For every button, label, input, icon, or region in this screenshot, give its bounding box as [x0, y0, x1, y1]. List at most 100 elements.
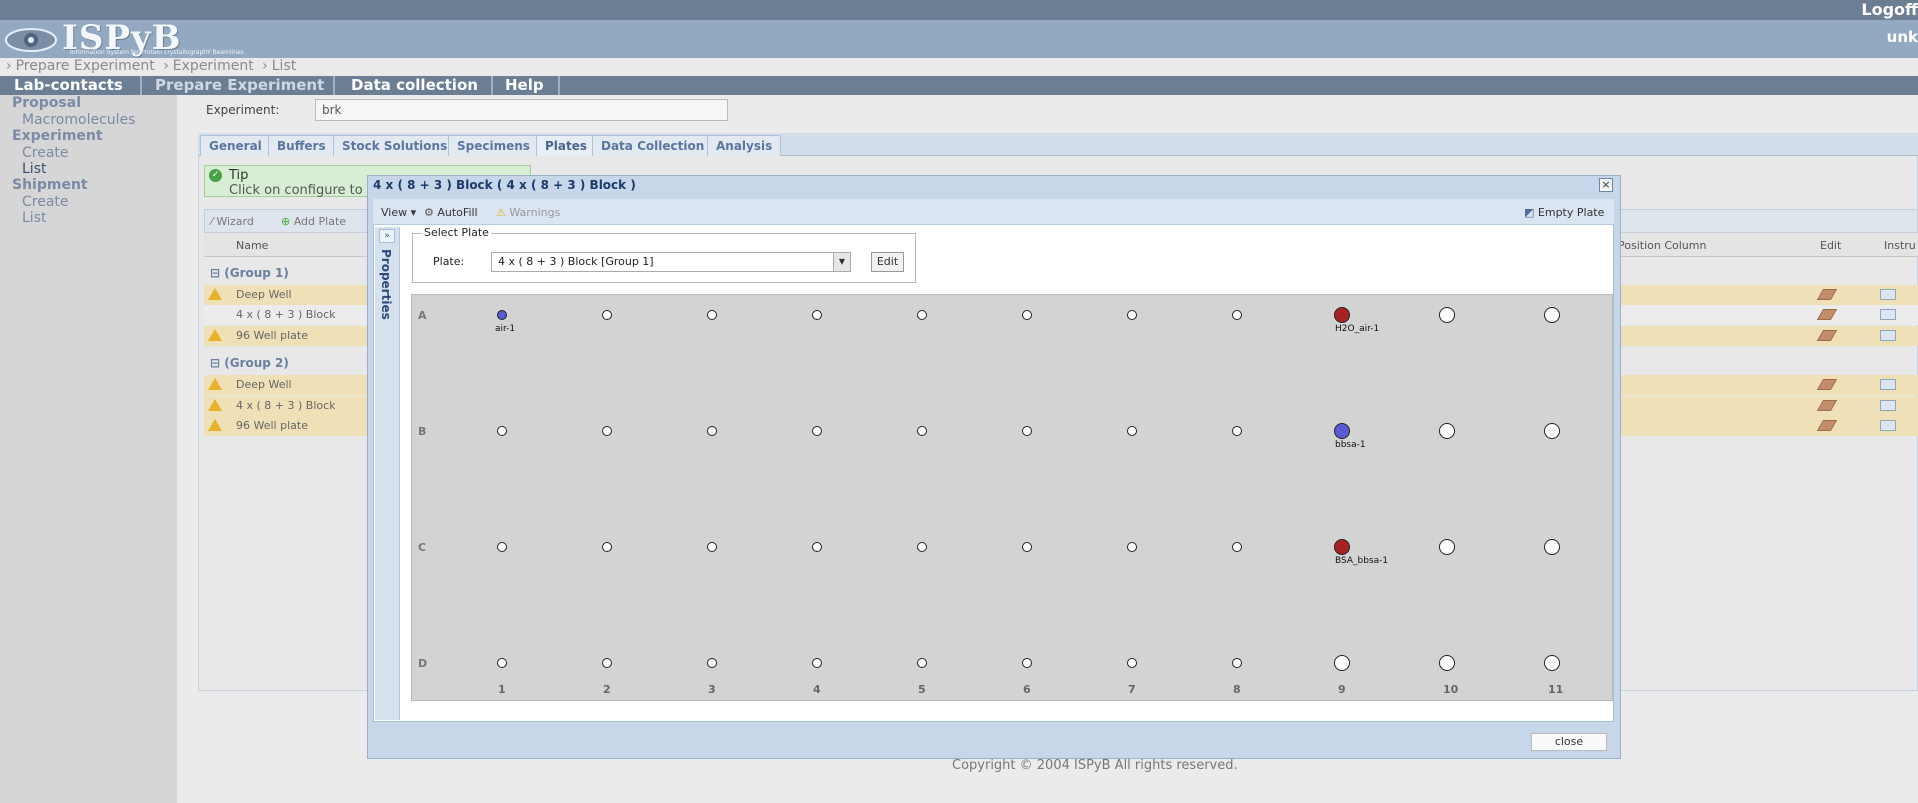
properties-panel[interactable]: » Properties: [375, 227, 400, 720]
well-C5[interactable]: [917, 542, 927, 552]
experiment-name-field[interactable]: brk: [315, 99, 728, 121]
well-D9[interactable]: [1334, 655, 1350, 671]
well-C9[interactable]: [1334, 539, 1350, 555]
breadcrumb-item[interactable]: List: [272, 58, 296, 74]
instructions-icon[interactable]: [1880, 309, 1896, 320]
sidebar-item-shipment-list[interactable]: List: [22, 210, 46, 226]
tab-buffers[interactable]: Buffers: [268, 135, 335, 156]
breadcrumb-item[interactable]: Prepare Experiment: [16, 58, 155, 74]
well-A1[interactable]: [497, 310, 507, 320]
well-A11[interactable]: [1544, 307, 1560, 323]
collapse-icon[interactable]: ⊟: [210, 356, 220, 370]
autofill-button[interactable]: ⚙ AutoFill: [424, 206, 478, 219]
well-B1[interactable]: [497, 426, 507, 436]
well-D5[interactable]: [917, 658, 927, 668]
sidebar-item-experiment-list[interactable]: List: [22, 161, 46, 177]
tab-data-collection[interactable]: Data Collection: [592, 135, 714, 156]
logo: ISPyB Information System for Protein cry…: [4, 18, 284, 58]
add-plate-button[interactable]: ⊕ Add Plate: [281, 215, 346, 228]
well-B7[interactable]: [1127, 426, 1137, 436]
well-C3[interactable]: [707, 542, 717, 552]
instructions-icon[interactable]: [1880, 420, 1896, 431]
well-D11[interactable]: [1544, 655, 1560, 671]
collapse-icon[interactable]: ⊟: [210, 266, 220, 280]
sidebar-item-shipment-create[interactable]: Create: [22, 194, 69, 210]
tab-plates[interactable]: Plates: [536, 135, 597, 156]
close-icon[interactable]: ×: [1599, 178, 1613, 192]
well-A2[interactable]: [602, 310, 612, 320]
edit-pencil-icon[interactable]: [1816, 420, 1838, 431]
well-C11[interactable]: [1544, 539, 1560, 555]
tab-general[interactable]: General: [200, 135, 271, 156]
tab-specimens[interactable]: Specimens: [448, 135, 539, 156]
instructions-icon[interactable]: [1880, 330, 1896, 341]
well-B2[interactable]: [602, 426, 612, 436]
well-D2[interactable]: [602, 658, 612, 668]
breadcrumb-item[interactable]: Experiment: [173, 58, 254, 74]
well-B5[interactable]: [917, 426, 927, 436]
column-header-instructions[interactable]: Instru: [1884, 239, 1916, 252]
well-C7[interactable]: [1127, 542, 1137, 552]
well-D1[interactable]: [497, 658, 507, 668]
well-D6[interactable]: [1022, 658, 1032, 668]
well-B6[interactable]: [1022, 426, 1032, 436]
nav-prepare-experiment[interactable]: Prepare Experiment: [141, 76, 338, 95]
sidebar-item-experiment[interactable]: Experiment: [12, 128, 103, 144]
well-D7[interactable]: [1127, 658, 1137, 668]
column-header-name[interactable]: Name: [236, 239, 268, 252]
close-button[interactable]: close: [1531, 733, 1607, 751]
logoff-link[interactable]: Logoff: [1861, 0, 1918, 19]
edit-pencil-icon[interactable]: [1816, 379, 1838, 390]
well-B4[interactable]: [812, 426, 822, 436]
instructions-icon[interactable]: [1880, 379, 1896, 390]
view-menu-button[interactable]: View ▾: [381, 206, 416, 219]
plate-select[interactable]: 4 x ( 8 + 3 ) Block [Group 1] ▼: [491, 252, 851, 272]
well-C2[interactable]: [602, 542, 612, 552]
well-A9[interactable]: [1334, 307, 1350, 323]
instructions-icon[interactable]: [1880, 400, 1896, 411]
well-B11[interactable]: [1544, 423, 1560, 439]
column-header-position[interactable]: Position Column: [1618, 239, 1706, 252]
well-A8[interactable]: [1232, 310, 1242, 320]
well-C4[interactable]: [812, 542, 822, 552]
edit-button[interactable]: Edit: [871, 252, 904, 272]
edit-pencil-icon[interactable]: [1816, 289, 1838, 300]
well-B9[interactable]: [1334, 423, 1350, 439]
edit-pencil-icon[interactable]: [1816, 330, 1838, 341]
well-D3[interactable]: [707, 658, 717, 668]
edit-pencil-icon[interactable]: [1816, 400, 1838, 411]
well-B3[interactable]: [707, 426, 717, 436]
well-C6[interactable]: [1022, 542, 1032, 552]
well-A3[interactable]: [707, 310, 717, 320]
nav-help[interactable]: Help: [491, 76, 558, 95]
wizard-button[interactable]: ⁄ Wizard: [211, 215, 254, 228]
expand-icon[interactable]: »: [379, 229, 395, 243]
warnings-button[interactable]: ⚠ Warnings: [496, 206, 560, 219]
well-B10[interactable]: [1439, 423, 1455, 439]
well-D4[interactable]: [812, 658, 822, 668]
tab-stock-solutions[interactable]: Stock Solutions: [333, 135, 457, 156]
sidebar-item-experiment-create[interactable]: Create: [22, 145, 69, 161]
well-A4[interactable]: [812, 310, 822, 320]
instructions-icon[interactable]: [1880, 289, 1896, 300]
well-C10[interactable]: [1439, 539, 1455, 555]
column-header-edit[interactable]: Edit: [1820, 239, 1841, 252]
well-A5[interactable]: [917, 310, 927, 320]
sidebar-item-shipment[interactable]: Shipment: [12, 177, 88, 193]
nav-data-collection[interactable]: Data collection: [337, 76, 492, 95]
well-D8[interactable]: [1232, 658, 1242, 668]
well-C8[interactable]: [1232, 542, 1242, 552]
tab-analysis[interactable]: Analysis: [707, 135, 782, 156]
nav-lab-contacts[interactable]: Lab-contacts: [0, 76, 137, 95]
sidebar-item-proposal[interactable]: Proposal: [12, 95, 81, 111]
sidebar-item-macromolecules[interactable]: Macromolecules: [22, 112, 135, 128]
empty-plate-button[interactable]: ◩ Empty Plate: [1524, 206, 1604, 219]
edit-pencil-icon[interactable]: [1816, 309, 1838, 320]
well-A6[interactable]: [1022, 310, 1032, 320]
well-A10[interactable]: [1439, 307, 1455, 323]
chevron-down-icon[interactable]: ▼: [833, 253, 850, 271]
well-B8[interactable]: [1232, 426, 1242, 436]
well-C1[interactable]: [497, 542, 507, 552]
well-A7[interactable]: [1127, 310, 1137, 320]
well-D10[interactable]: [1439, 655, 1455, 671]
